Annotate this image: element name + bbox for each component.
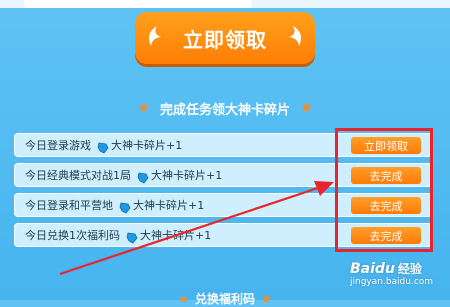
task-row: 今日兑换1次福利码 大神卡碎片+1 去完成 [14,223,432,247]
task-name: 今日登录和平营地 [25,199,113,212]
bottom-section-title: ★ 兑换福利码 ★ [150,290,300,306]
claim-task-button[interactable]: 立即领取 [351,137,421,154]
go-complete-button[interactable]: 去完成 [351,197,421,214]
star-icon: ★ [300,100,313,116]
baidu-watermark: Baidu 经验 jingyan.baidu.com [350,258,446,294]
top-bar [24,0,252,8]
claim-now-button[interactable]: 立即领取 [135,12,315,64]
flame-decoration-icon [145,25,163,47]
go-complete-button[interactable]: 去完成 [351,167,421,184]
card-fragment-icon [126,229,138,244]
star-icon: ★ [137,100,150,116]
card-fragment-icon [119,199,131,214]
watermark-url: jingyan.baidu.com [350,277,434,287]
go-complete-button[interactable]: 去完成 [351,227,421,244]
claim-now-label: 立即领取 [183,27,267,52]
section-title: ★ 完成任务领大神卡碎片 ★ [0,98,450,118]
task-reward: 大神卡碎片+1 [133,199,205,212]
star-icon: ★ [178,292,189,306]
bottom-section-label: 兑换福利码 [194,292,255,306]
task-row: 今日登录游戏 大神卡碎片+1 立即领取 [14,133,432,157]
task-name: 今日登录游戏 [25,139,91,152]
task-row: 今日经典模式对战1局 大神卡碎片+1 去完成 [14,163,432,187]
task-name: 今日经典模式对战1局 [25,169,131,182]
card-fragment-icon [137,169,149,184]
star-icon: ★ [261,292,272,306]
flame-decoration-icon [287,25,305,47]
top-strip [0,0,450,8]
task-reward: 大神卡碎片+1 [151,169,223,182]
task-list: 今日登录游戏 大神卡碎片+1 立即领取 今日经典模式对战1局 大神卡碎片+1 去… [14,133,432,253]
task-name: 今日兑换1次福利码 [25,229,120,242]
baidu-logo: Baidu [350,261,395,277]
watermark-product: 经验 [397,262,422,276]
card-fragment-icon [97,139,109,154]
task-reward: 大神卡碎片+1 [140,229,212,242]
section-title-label: 完成任务领大神卡碎片 [159,102,290,118]
task-reward: 大神卡碎片+1 [111,139,183,152]
task-row: 今日登录和平营地 大神卡碎片+1 去完成 [14,193,432,217]
